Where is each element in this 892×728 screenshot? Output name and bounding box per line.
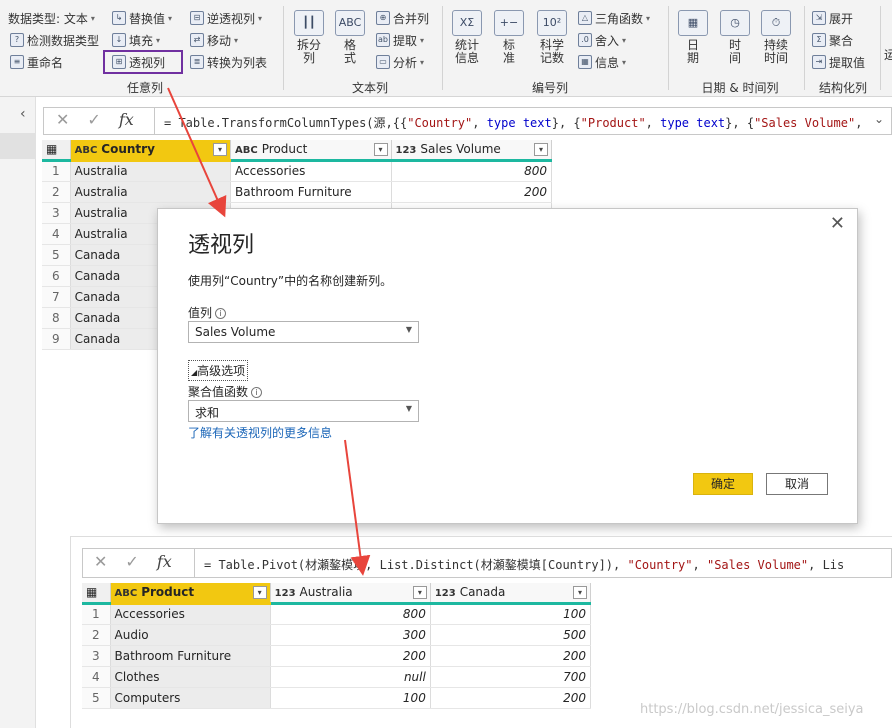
watermark: https://blog.csdn.net/jessica_seiya <box>640 702 864 717</box>
arrow-to-dialog <box>167 87 227 218</box>
arrow-to-result <box>344 439 371 576</box>
annotation-arrows <box>167 87 371 576</box>
